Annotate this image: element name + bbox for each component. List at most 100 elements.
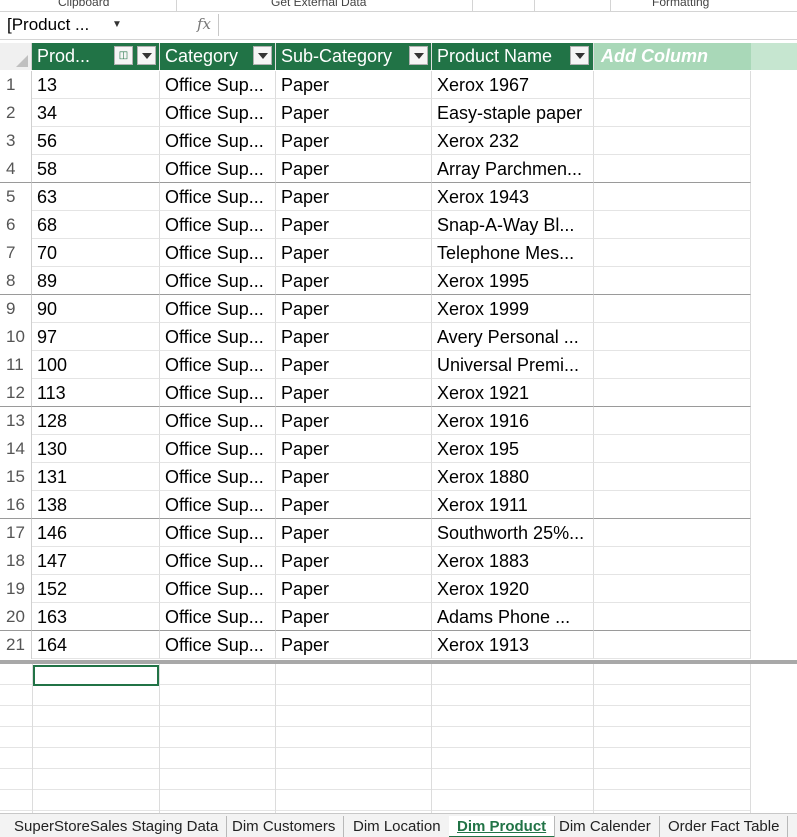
table-row[interactable]: 9 90 Office Sup... Paper Xerox 1999 [0,295,797,323]
table-cell[interactable]: Paper [276,435,432,463]
table-cell[interactable]: Paper [276,575,432,603]
filter-dropdown-icon[interactable] [570,46,589,65]
table-cell[interactable]: Snap-A-Way Bl... [432,211,594,239]
table-cell[interactable]: Office Sup... [160,463,276,491]
table-cell[interactable]: 70 [32,239,160,267]
table-cell[interactable]: 34 [32,99,160,127]
table-cell[interactable]: Office Sup... [160,491,276,519]
row-number[interactable]: 18 [0,547,32,575]
row-number[interactable]: 1 [0,71,32,99]
table-row[interactable]: 10 97 Office Sup... Paper Avery Personal ... [0,323,797,351]
table-cell[interactable]: Office Sup... [160,351,276,379]
table-cell[interactable]: Office Sup... [160,239,276,267]
table-row[interactable]: 13 128 Office Sup... Paper Xerox 1916 [0,407,797,435]
add-column-cell[interactable] [594,99,751,127]
table-cell[interactable]: Office Sup... [160,603,276,631]
table-row[interactable]: 3 56 Office Sup... Paper Xerox 232 [0,127,797,155]
row-number[interactable]: 12 [0,379,32,407]
add-column-cell[interactable] [594,379,751,407]
table-row[interactable]: 2 34 Office Sup... Paper Easy-staple paper [0,99,797,127]
table-cell[interactable]: Office Sup... [160,211,276,239]
table-cell[interactable]: Xerox 1911 [432,491,594,519]
table-cell[interactable]: Paper [276,127,432,155]
table-cell[interactable]: Paper [276,491,432,519]
table-cell[interactable]: Office Sup... [160,323,276,351]
table-cell[interactable]: Paper [276,295,432,323]
table-cell[interactable]: Paper [276,519,432,547]
table-cell[interactable]: Xerox 1999 [432,295,594,323]
table-row[interactable]: 12 113 Office Sup... Paper Xerox 1921 [0,379,797,407]
table-row[interactable]: 15 131 Office Sup... Paper Xerox 1880 [0,463,797,491]
calculation-area-row[interactable] [0,769,751,790]
add-column-cell[interactable] [594,183,751,211]
add-column-cell[interactable] [594,547,751,575]
add-column-cell[interactable] [594,155,751,183]
table-cell[interactable]: Xerox 1920 [432,575,594,603]
add-column-cell[interactable] [594,211,751,239]
table-cell[interactable]: Office Sup... [160,295,276,323]
table-cell[interactable]: Adams Phone ... [432,603,594,631]
row-number[interactable]: 8 [0,267,32,295]
row-number[interactable]: 20 [0,603,32,631]
table-cell[interactable]: Xerox 1921 [432,379,594,407]
table-cell[interactable]: Paper [276,211,432,239]
table-cell[interactable]: Easy-staple paper [432,99,594,127]
table-cell[interactable]: Office Sup... [160,519,276,547]
column-header-sub-category[interactable]: Sub-Category [276,43,432,70]
name-box[interactable]: [Product ... ▼ [4,14,189,38]
row-number[interactable]: 19 [0,575,32,603]
table-cell[interactable]: Office Sup... [160,71,276,99]
chevron-down-icon[interactable]: ▼ [112,14,122,36]
table-cell[interactable]: Paper [276,547,432,575]
table-cell[interactable]: Paper [276,463,432,491]
table-cell[interactable]: Paper [276,155,432,183]
tab-dim-product[interactable]: Dim Product [449,816,556,837]
table-cell[interactable]: Xerox 1913 [432,631,594,659]
add-column-cell[interactable] [594,323,751,351]
add-column-cell[interactable] [594,351,751,379]
table-row[interactable]: 7 70 Office Sup... Paper Telephone Mes... [0,239,797,267]
calculation-area-row[interactable] [0,727,751,748]
add-column-cell[interactable] [594,463,751,491]
table-row[interactable]: 4 58 Office Sup... Paper Array Parchmen... [0,155,797,183]
calculation-area-row[interactable] [0,748,751,769]
table-cell[interactable]: Paper [276,603,432,631]
column-header-product-name[interactable]: Product Name [432,43,594,70]
table-row[interactable]: 21 164 Office Sup... Paper Xerox 1913 [0,631,797,659]
add-column-cell[interactable] [594,491,751,519]
row-number[interactable]: 7 [0,239,32,267]
add-column-cell[interactable] [594,267,751,295]
table-cell[interactable]: Office Sup... [160,183,276,211]
add-column-cell[interactable] [594,239,751,267]
table-row[interactable]: 14 130 Office Sup... Paper Xerox 195 [0,435,797,463]
table-cell[interactable]: Paper [276,351,432,379]
table-cell[interactable]: Xerox 1995 [432,267,594,295]
add-column-cell[interactable] [594,575,751,603]
calculation-area-row[interactable] [0,685,751,706]
table-cell[interactable]: Office Sup... [160,99,276,127]
table-cell[interactable]: 146 [32,519,160,547]
row-number[interactable]: 3 [0,127,32,155]
column-header-category[interactable]: Category [160,43,276,70]
table-cell[interactable]: 100 [32,351,160,379]
table-cell[interactable]: 128 [32,407,160,435]
row-number[interactable]: 17 [0,519,32,547]
table-cell[interactable]: 13 [32,71,160,99]
table-cell[interactable]: Xerox 1916 [432,407,594,435]
table-cell[interactable]: Office Sup... [160,575,276,603]
table-cell[interactable]: Office Sup... [160,127,276,155]
filter-dropdown-icon[interactable] [137,46,156,65]
table-cell[interactable]: Office Sup... [160,547,276,575]
add-column-cell[interactable] [594,603,751,631]
add-column-cell[interactable] [594,435,751,463]
row-number[interactable]: 16 [0,491,32,519]
table-cell[interactable]: Office Sup... [160,379,276,407]
table-row[interactable]: 5 63 Office Sup... Paper Xerox 1943 [0,183,797,211]
table-cell[interactable]: Xerox 1943 [432,183,594,211]
column-header-product-id[interactable]: Prod... ◫ [32,43,160,70]
table-cell[interactable]: Office Sup... [160,155,276,183]
tab-dim-location[interactable]: Dim Location [345,816,450,837]
tab-dim-customers[interactable]: Dim Customers [224,816,345,837]
add-column-cell[interactable] [594,407,751,435]
table-cell[interactable]: Xerox 1880 [432,463,594,491]
